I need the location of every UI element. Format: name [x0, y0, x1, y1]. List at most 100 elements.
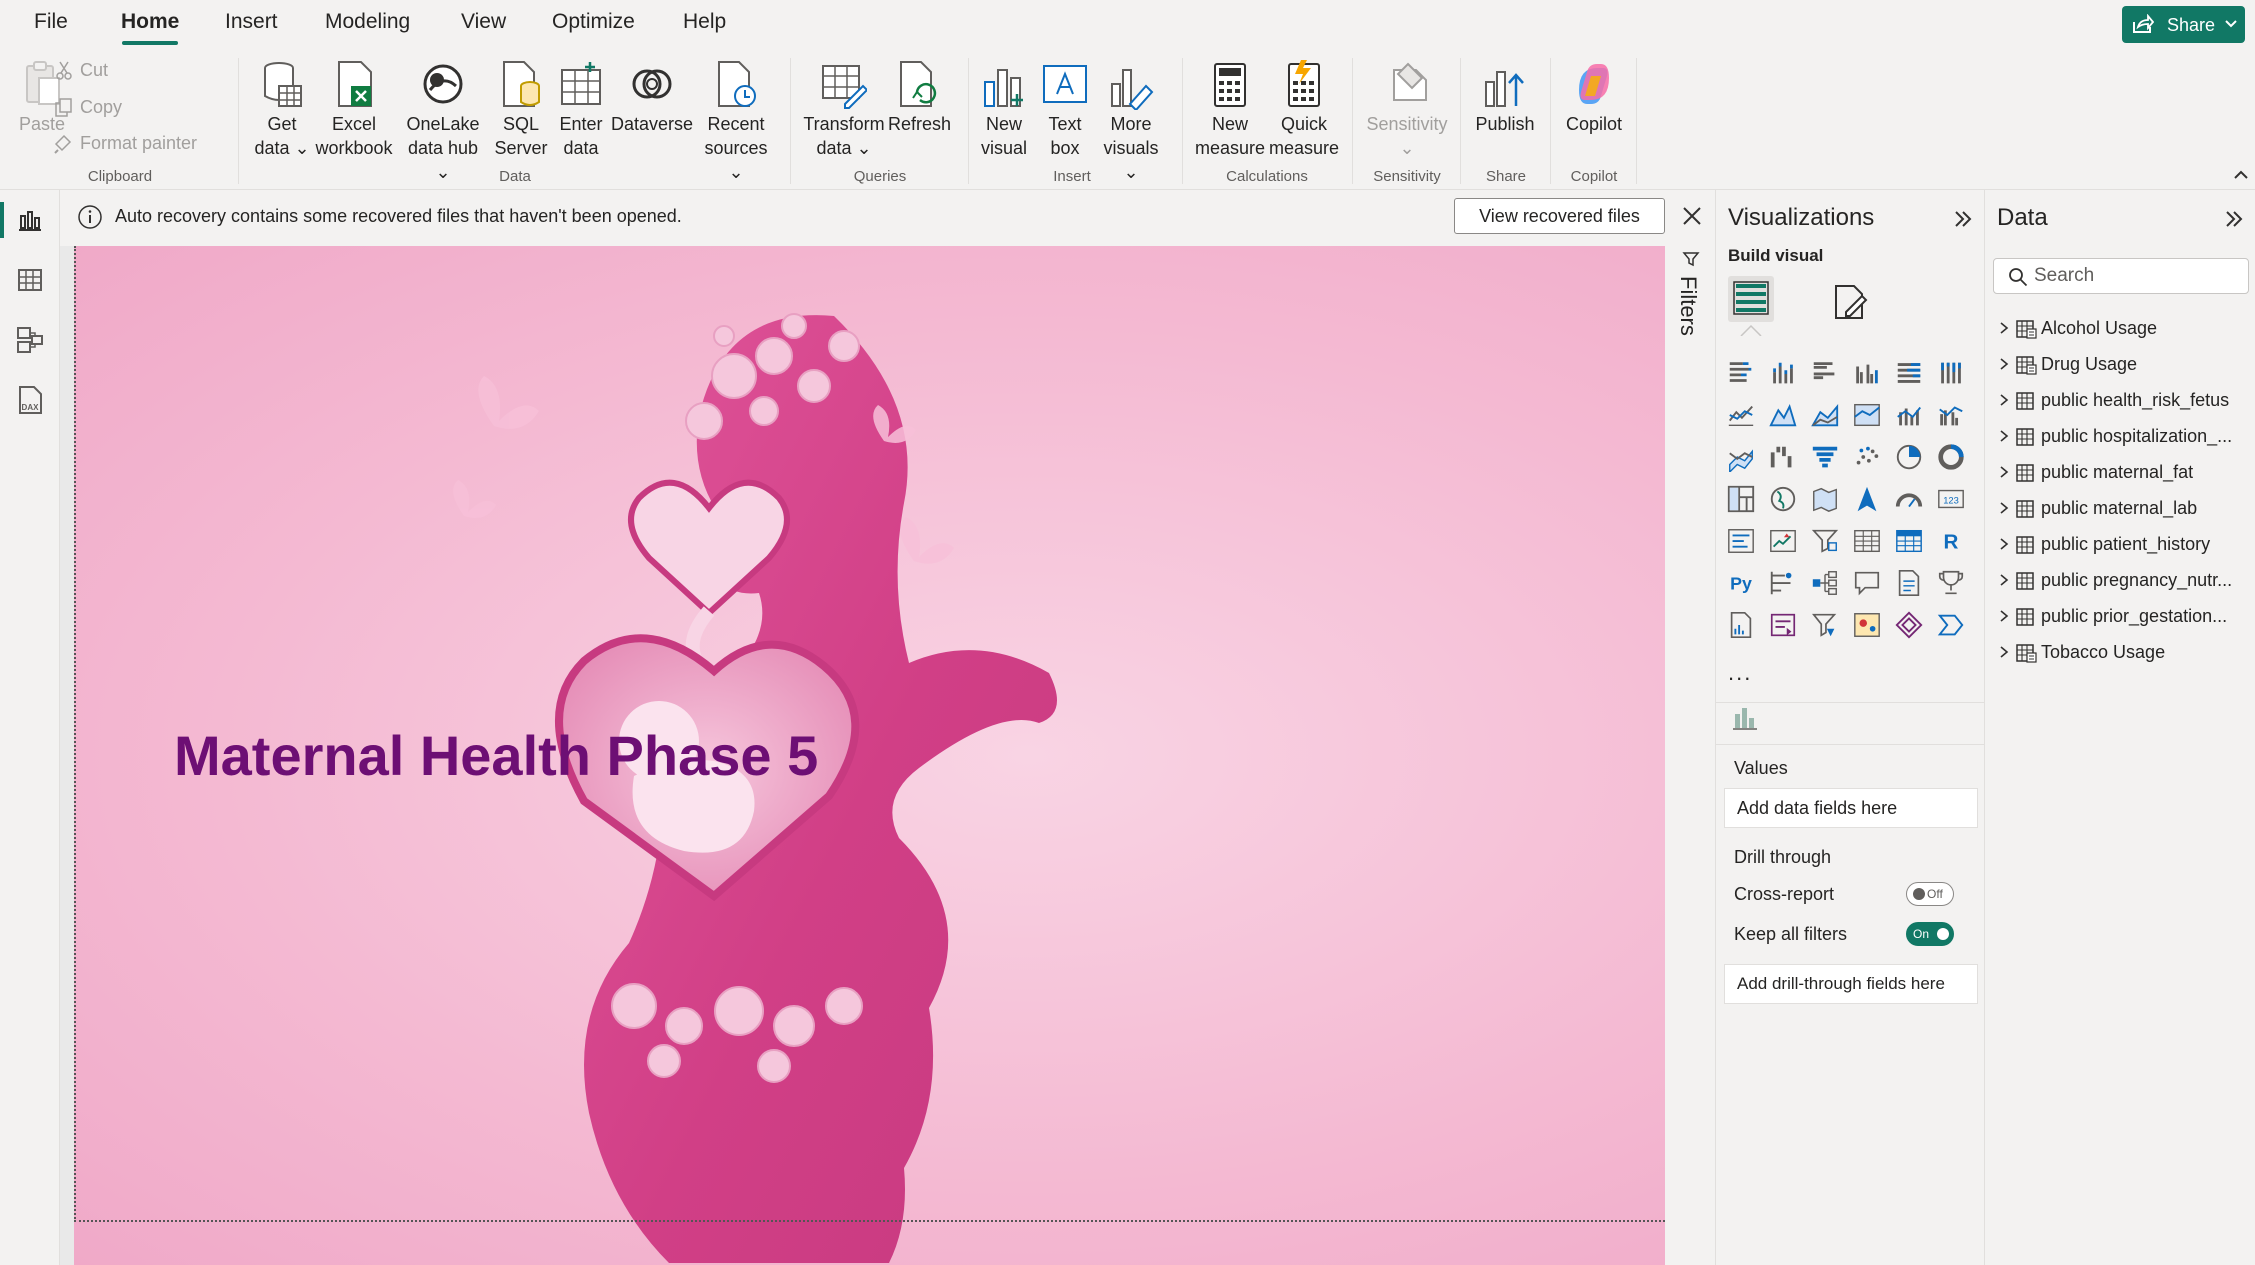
- refresh-button[interactable]: Refresh: [888, 60, 951, 136]
- get-data-button[interactable]: Get data ⌄: [250, 60, 314, 160]
- map-icon[interactable]: [1768, 484, 1798, 514]
- diamond-visual-icon[interactable]: [1894, 610, 1924, 640]
- excel-workbook-button[interactable]: Excel workbook: [312, 60, 396, 160]
- data-table-item[interactable]: Alcohol Usage: [1993, 314, 2255, 344]
- kpi-icon[interactable]: [1768, 526, 1798, 556]
- cross-report-toggle[interactable]: Off: [1906, 882, 1954, 906]
- values-drop-zone[interactable]: Add data fields here: [1724, 788, 1978, 828]
- waterfall-chart-icon[interactable]: [1768, 442, 1798, 472]
- donut-chart-icon[interactable]: [1936, 442, 1966, 472]
- slicer-icon[interactable]: [1810, 526, 1840, 556]
- clustered-column-chart-icon[interactable]: [1852, 358, 1882, 388]
- recent-sources-button[interactable]: Recent sources ⌄: [700, 60, 772, 184]
- collapse-ribbon-icon[interactable]: [2232, 166, 2250, 184]
- paginated-report-icon[interactable]: [1726, 610, 1756, 640]
- data-table-item[interactable]: public prior_gestation...: [1993, 602, 2255, 632]
- chevron-right-icon[interactable]: [1997, 465, 2011, 479]
- data-search-box[interactable]: [1993, 258, 2249, 294]
- key-influencers-icon[interactable]: [1768, 568, 1798, 598]
- cut-button[interactable]: Cut: [56, 60, 108, 81]
- azure-map-icon[interactable]: [1852, 484, 1882, 514]
- arcgis-map-icon[interactable]: [1852, 610, 1882, 640]
- 100-stacked-column-chart-icon[interactable]: [1936, 358, 1966, 388]
- data-table-item[interactable]: public hospitalization_...: [1993, 422, 2255, 452]
- stacked-bar-chart-icon[interactable]: [1726, 358, 1756, 388]
- tab-view[interactable]: View: [461, 10, 506, 34]
- dataverse-button[interactable]: Dataverse: [610, 60, 694, 136]
- chevron-right-icon[interactable]: [1997, 609, 2011, 623]
- chevron-right-icon[interactable]: [1997, 321, 2011, 335]
- onelake-data-hub-button[interactable]: OneLake data hub ⌄: [398, 60, 488, 184]
- quick-measure-button[interactable]: Quick measure: [1264, 60, 1344, 160]
- tab-modeling[interactable]: Modeling: [325, 10, 410, 34]
- more-visuals-ellipsis[interactable]: ...: [1728, 660, 1752, 686]
- transform-data-button[interactable]: Transform data ⌄: [800, 60, 888, 160]
- enter-data-button[interactable]: Enter data: [554, 60, 608, 160]
- close-icon[interactable]: [1680, 204, 1704, 228]
- power-automate-icon[interactable]: [1810, 610, 1840, 640]
- share-button[interactable]: Share: [2122, 6, 2245, 43]
- chevron-right-icon[interactable]: [1997, 645, 2011, 659]
- copilot-button[interactable]: Copilot: [1558, 60, 1630, 136]
- tab-help[interactable]: Help: [683, 10, 726, 34]
- new-measure-button[interactable]: New measure: [1192, 60, 1268, 160]
- data-table-item[interactable]: public health_risk_fetus: [1993, 386, 2255, 416]
- report-title[interactable]: Maternal Health Phase 5: [174, 723, 818, 788]
- sql-server-button[interactable]: SQL Server: [494, 60, 548, 160]
- chevron-right-icon[interactable]: [1997, 393, 2011, 407]
- search-input[interactable]: [2034, 263, 2234, 289]
- funnel-chart-icon[interactable]: [1810, 442, 1840, 472]
- scatter-chart-icon[interactable]: [1852, 442, 1882, 472]
- table-icon[interactable]: [1852, 526, 1882, 556]
- treemap-icon[interactable]: [1726, 484, 1756, 514]
- gauge-icon[interactable]: [1894, 484, 1924, 514]
- area-chart-icon[interactable]: [1768, 400, 1798, 430]
- table-view-icon[interactable]: [14, 264, 46, 296]
- clustered-bar-chart-icon[interactable]: [1810, 358, 1840, 388]
- format-visual-icon[interactable]: [1830, 282, 1870, 322]
- python-visual-icon[interactable]: Py: [1726, 568, 1756, 598]
- stacked-column-chart-icon[interactable]: [1768, 358, 1798, 388]
- power-apps-icon[interactable]: [1768, 610, 1798, 640]
- line-and-stacked-column-chart-icon[interactable]: [1894, 400, 1924, 430]
- smart-narrative-icon[interactable]: [1894, 568, 1924, 598]
- model-view-icon[interactable]: [14, 324, 46, 356]
- tab-insert[interactable]: Insert: [225, 10, 278, 34]
- sensitivity-button[interactable]: Sensitivity ⌄: [1362, 60, 1452, 160]
- decomposition-tree-icon[interactable]: [1810, 568, 1840, 598]
- report-view-icon[interactable]: [14, 204, 46, 236]
- r-script-visual-icon[interactable]: R: [1936, 526, 1966, 556]
- tab-optimize[interactable]: Optimize: [552, 10, 635, 34]
- 100-stacked-area-chart-icon[interactable]: [1852, 400, 1882, 430]
- matrix-icon[interactable]: [1894, 526, 1924, 556]
- filters-pane-collapsed[interactable]: Filters: [1665, 246, 1715, 1265]
- data-table-item[interactable]: public patient_history: [1993, 530, 2255, 560]
- chevron-right-icon[interactable]: [1997, 501, 2011, 515]
- pie-chart-icon[interactable]: [1894, 442, 1924, 472]
- data-table-item[interactable]: Tobacco Usage: [1993, 638, 2255, 668]
- data-table-item[interactable]: public maternal_fat: [1993, 458, 2255, 488]
- build-visual-tab[interactable]: [1728, 276, 1774, 322]
- view-recovered-files-button[interactable]: View recovered files: [1454, 198, 1665, 234]
- drill-through-drop-zone[interactable]: Add drill-through fields here: [1724, 964, 1978, 1004]
- format-painter-button[interactable]: Format painter: [54, 133, 197, 154]
- line-and-clustered-column-chart-icon[interactable]: [1936, 400, 1966, 430]
- line-chart-icon[interactable]: [1726, 400, 1756, 430]
- data-table-item[interactable]: Drug Usage: [1993, 350, 2255, 380]
- keep-all-filters-toggle[interactable]: On: [1906, 922, 1954, 946]
- tab-home[interactable]: Home: [121, 10, 179, 34]
- ribbon-chart-icon[interactable]: [1726, 442, 1756, 472]
- report-page[interactable]: Maternal Health Phase 5: [74, 246, 1665, 1265]
- metrics-icon[interactable]: [1936, 568, 1966, 598]
- chevron-double-right-icon[interactable]: [2223, 208, 2245, 230]
- dax-query-view-icon[interactable]: DAX: [14, 384, 46, 416]
- more-visuals-button[interactable]: More visuals ⌄: [1094, 60, 1168, 184]
- card-icon[interactable]: 123: [1936, 484, 1966, 514]
- text-box-button[interactable]: Text box: [1038, 60, 1092, 160]
- publish-button[interactable]: Publish: [1472, 60, 1538, 136]
- chevron-right-icon[interactable]: [1997, 357, 2011, 371]
- chevron-right-icon[interactable]: [1997, 537, 2011, 551]
- multi-row-card-icon[interactable]: [1726, 526, 1756, 556]
- stacked-area-chart-icon[interactable]: [1810, 400, 1840, 430]
- custom-visual-icon[interactable]: [1730, 702, 1760, 732]
